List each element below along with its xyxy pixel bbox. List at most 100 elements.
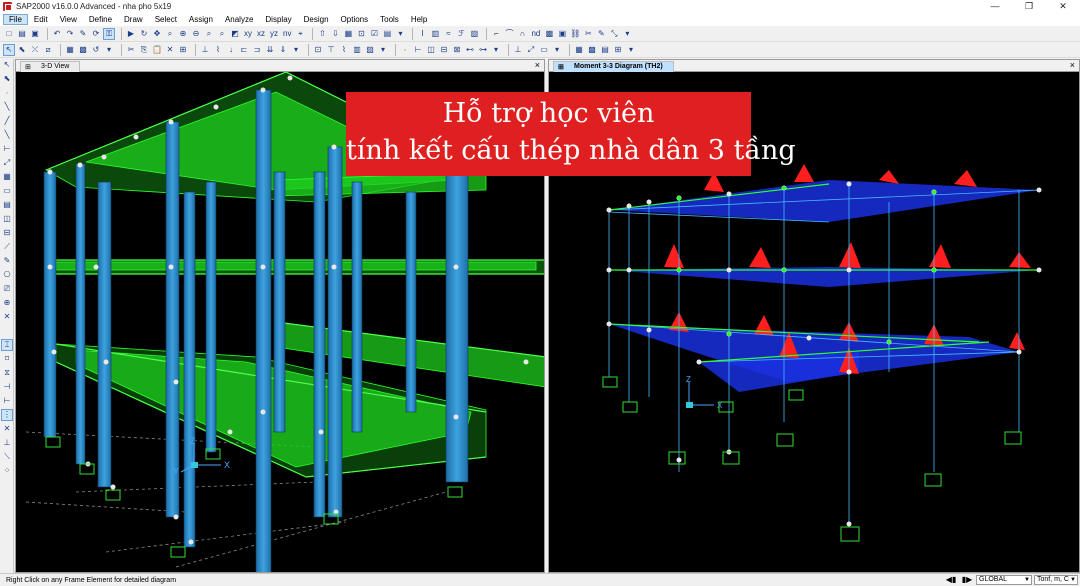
- view-nv-button[interactable]: nv: [282, 29, 292, 39]
- quick-tendon-icon[interactable]: ✎: [2, 256, 12, 266]
- select-all-icon[interactable]: ⌶: [1, 339, 13, 351]
- show-deformed-icon[interactable]: ⌇: [339, 45, 349, 55]
- link-element-icon[interactable]: ⊷: [465, 45, 475, 55]
- up-arrow-icon[interactable]: ⇧: [317, 29, 327, 39]
- snap-end-icon[interactable]: ⊢: [2, 396, 12, 406]
- quick-brace-icon[interactable]: ⤢: [2, 158, 12, 168]
- close-pane-icon[interactable]: ×: [535, 60, 540, 71]
- frame-release-icon[interactable]: ⊐: [252, 45, 262, 55]
- area-load-icon[interactable]: ⇓: [278, 45, 288, 55]
- draw-section-cut-icon[interactable]: ⊞: [613, 45, 623, 55]
- pencil-draw-icon[interactable]: ✎: [596, 29, 606, 39]
- zoom-previous-icon[interactable]: ⌕: [204, 29, 214, 39]
- dropdown-icon[interactable]: ▾: [622, 29, 632, 39]
- show-undeformed-icon[interactable]: ⊡: [313, 45, 323, 55]
- set-display-icon[interactable]: ▤: [382, 29, 392, 39]
- dropdown-icon[interactable]: ▾: [291, 45, 301, 55]
- frame-icon[interactable]: ⊢: [413, 45, 423, 55]
- draw-link-icon[interactable]: ⊟: [2, 228, 12, 238]
- minimize-button[interactable]: —: [978, 0, 1012, 13]
- all-icon[interactable]: ▦: [65, 45, 75, 55]
- run-analysis-icon[interactable]: ▶: [126, 29, 136, 39]
- menu-edit[interactable]: Edit: [28, 14, 54, 25]
- pointer-icon[interactable]: ↖: [3, 43, 15, 56]
- menu-design[interactable]: Design: [298, 14, 335, 25]
- undo-icon[interactable]: ↶: [52, 29, 62, 39]
- draw-tendon-icon[interactable]: ⟋: [2, 242, 12, 252]
- show-forces-icon[interactable]: ▥: [352, 45, 362, 55]
- delete-icon[interactable]: ✕: [165, 45, 175, 55]
- draw-cable-icon[interactable]: ╲: [2, 130, 12, 140]
- draw-curved-frame-icon[interactable]: ╱: [2, 116, 12, 126]
- dropdown-icon[interactable]: ▾: [552, 45, 562, 55]
- lock-icon[interactable]: ⚿: [103, 27, 115, 40]
- copy-icon[interactable]: ⎘: [139, 45, 149, 55]
- show-loads-icon[interactable]: ⊤: [326, 45, 336, 55]
- get-previous-icon[interactable]: ⌑: [2, 354, 12, 364]
- previous-select-icon[interactable]: ⧄: [43, 45, 53, 55]
- snap-line-icon[interactable]: ⟍: [2, 452, 12, 462]
- snap-intersect-icon[interactable]: ✕: [2, 424, 12, 434]
- section-i-icon[interactable]: I: [417, 29, 427, 39]
- draw-rect-area-icon[interactable]: ▤: [600, 45, 610, 55]
- replicate-icon[interactable]: ⊞: [178, 45, 188, 55]
- select-pointer-icon[interactable]: ↖: [2, 60, 12, 70]
- joint-draw-icon[interactable]: ∙: [2, 88, 12, 98]
- quick-draw-frame-icon[interactable]: ⊥: [513, 45, 523, 55]
- quick-area-icon[interactable]: ▤: [2, 200, 12, 210]
- draw-frame-icon[interactable]: ╲: [2, 102, 12, 112]
- paste-icon[interactable]: 📋: [152, 45, 162, 55]
- dimension-icon[interactable]: ⎚: [2, 284, 12, 294]
- check-icon[interactable]: ☑: [369, 29, 379, 39]
- dropdown-icon[interactable]: ▾: [104, 45, 114, 55]
- quick-frame-icon[interactable]: ⊢: [2, 144, 12, 154]
- redo-icon[interactable]: ↷: [65, 29, 75, 39]
- menu-assign[interactable]: Assign: [183, 14, 219, 25]
- draw-frame-icon[interactable]: ⌐: [491, 29, 501, 39]
- save-icon[interactable]: ▣: [30, 29, 40, 39]
- deformed-shape-icon[interactable]: ⊡: [356, 29, 366, 39]
- snap-fine-icon[interactable]: ⁘: [2, 466, 12, 476]
- view-3d-icon[interactable]: ◩: [230, 29, 240, 39]
- tab-3d-view[interactable]: ⊞ 3-D View: [20, 61, 81, 72]
- pointer-select-icon[interactable]: ⬉: [17, 45, 27, 55]
- solid-icon[interactable]: ▣: [557, 29, 567, 39]
- menu-help[interactable]: Help: [405, 14, 433, 25]
- view-yz-button[interactable]: yz: [269, 29, 279, 39]
- refresh-icon[interactable]: ⟳: [91, 29, 101, 39]
- plane-icon[interactable]: ⊟: [439, 45, 449, 55]
- get-previous-icon[interactable]: ↺: [91, 45, 101, 55]
- design-icon[interactable]: ▨: [469, 29, 479, 39]
- close-pane-icon[interactable]: ×: [1070, 60, 1075, 71]
- joint-load-icon[interactable]: ↓: [226, 45, 236, 55]
- delete-tool-icon[interactable]: ✕: [2, 312, 12, 322]
- draw-cable-icon[interactable]: ⌒: [504, 29, 514, 39]
- link-icon[interactable]: ⛓: [570, 29, 580, 39]
- view-xz-button[interactable]: xz: [256, 29, 266, 39]
- close-window-button[interactable]: ✕: [1046, 0, 1080, 13]
- draw-rect-icon[interactable]: ▭: [2, 186, 12, 196]
- draw-tendon-icon[interactable]: ∩: [517, 29, 527, 39]
- menu-file[interactable]: File: [3, 14, 28, 25]
- draw-solid-icon[interactable]: ◫: [2, 214, 12, 224]
- area-icon[interactable]: ▩: [544, 29, 554, 39]
- down-arrow-icon[interactable]: ⇩: [330, 29, 340, 39]
- tab-moment-diagram[interactable]: ⊞ Moment 3-3 Diagram (TH2): [553, 61, 674, 72]
- dropdown-icon[interactable]: ▾: [378, 45, 388, 55]
- frame-forces-icon[interactable]: ℱ: [456, 29, 466, 39]
- menu-select[interactable]: Select: [149, 14, 183, 25]
- tendon-icon[interactable]: ⊶: [478, 45, 488, 55]
- menu-options[interactable]: Options: [335, 14, 375, 25]
- pencil-icon[interactable]: ✎: [78, 29, 88, 39]
- zoom-full-icon[interactable]: ⌕: [217, 29, 227, 39]
- clear-selection-icon[interactable]: ▩: [78, 45, 88, 55]
- menu-display[interactable]: Display: [259, 14, 297, 25]
- snap-perp-icon[interactable]: ⊥: [2, 438, 12, 448]
- clear-select-icon[interactable]: ⧖: [2, 368, 12, 378]
- frame-load-icon[interactable]: ⇊: [265, 45, 275, 55]
- previous-step-button[interactable]: ◀▮: [944, 575, 958, 585]
- grid-icon[interactable]: ▦: [343, 29, 353, 39]
- joint-restraint-icon[interactable]: ⊥: [200, 45, 210, 55]
- rotate-icon[interactable]: ↻: [139, 29, 149, 39]
- zoom-window-icon[interactable]: ⌕: [165, 29, 175, 39]
